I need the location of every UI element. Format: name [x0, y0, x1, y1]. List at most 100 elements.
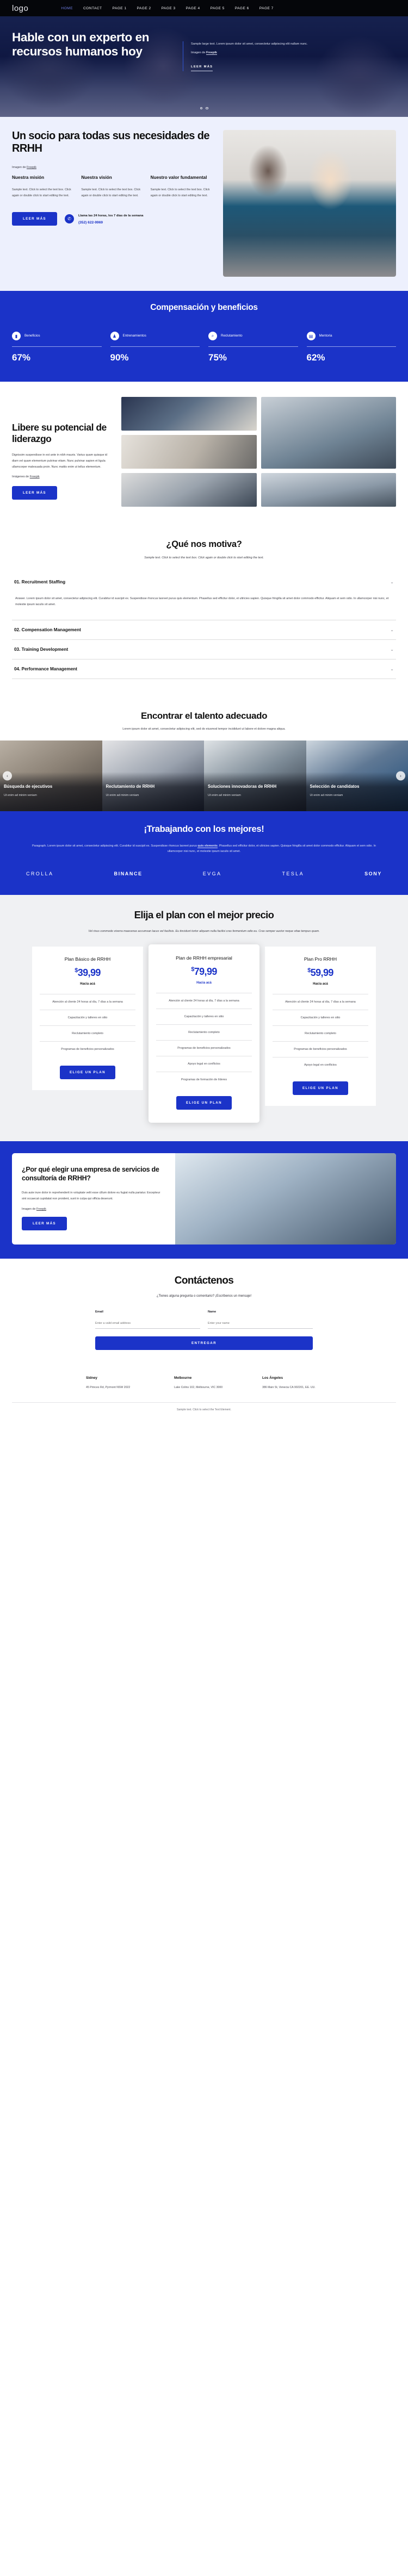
nav-item-contact[interactable]: CONTACT — [83, 7, 102, 10]
name-field[interactable] — [208, 1319, 313, 1329]
stat-value: 62% — [306, 352, 325, 363]
hero-read-more-link[interactable]: LEER MÁS — [191, 65, 213, 72]
plan-choose-button[interactable]: ELIGE UN PLAN — [60, 1066, 115, 1080]
footer-location-sidney: Sidney 45 Princes Rd, Pyrmont NSW 2022 — [86, 1376, 146, 1390]
hero-credit-link[interactable]: Freepik — [206, 51, 217, 55]
pricing-section: Elija el plan con el mejor precio Vel ri… — [0, 895, 408, 1142]
accordion-header-03[interactable]: 03. Training Development ⌄ — [12, 640, 396, 659]
nav-item-home[interactable]: HOME — [61, 7, 73, 10]
partner-column-title: Nuestro valor fundamental — [150, 175, 207, 180]
site-footer: Sidney 45 Princes Rd, Pyrmont NSW 2022 M… — [0, 1364, 408, 1418]
plan-feature: Reclutamiento completo — [273, 1025, 368, 1041]
partner-phone-block[interactable]: ✆ Llama las 24 horas, los 7 días de la s… — [64, 213, 144, 225]
nav-item-page-1[interactable]: PAGE 1 — [112, 7, 126, 10]
accordion-header-02[interactable]: 02. Compensation Management ⌄ — [12, 620, 396, 639]
why-credit-link[interactable]: Freepik — [36, 1208, 46, 1211]
partner-column-body: Sample text. Click to select the text bo… — [81, 188, 141, 198]
stat-divider — [110, 346, 200, 347]
nav-item-page-4[interactable]: PAGE 4 — [186, 7, 200, 10]
talent-card[interactable]: Soluciones innovadoras de RRHH Ut enim a… — [204, 740, 306, 811]
nav-item-page-3[interactable]: PAGE 3 — [162, 7, 176, 10]
plan-choose-button[interactable]: ELIGE UN PLAN — [176, 1096, 232, 1110]
accordion-title: 03. Training Development — [14, 646, 69, 652]
accordion-item-01: 01. Recruitment Staffing ⌄ Answer. Lorem… — [12, 573, 396, 620]
plan-feature: Reclutamiento completo — [40, 1025, 135, 1041]
plan-feature: Programas de beneficios personalizados — [40, 1041, 135, 1057]
logo-binance: BINANCE — [114, 871, 143, 877]
partner-read-more-button[interactable]: LEER MÁS — [12, 212, 57, 226]
plan-price: $79,99 — [156, 966, 252, 978]
plan-choose-button[interactable]: ELIGE UN PLAN — [293, 1081, 348, 1096]
faq-title: ¿Qué nos motiva? — [166, 539, 242, 549]
plan-features: Atención al cliente 24 horas al día, 7 d… — [156, 993, 252, 1087]
partners-title: ¡Trabajando con los mejores! — [144, 824, 264, 834]
carousel-prev-button[interactable]: ‹ — [3, 771, 12, 781]
plan-feature: Capacitación y talleres en sitio — [273, 1010, 368, 1025]
talent-carousel: ‹ Búsqueda de ejecutivos Ut enim ad mini… — [0, 740, 408, 811]
chevron-down-icon[interactable]: ⌄ — [390, 667, 394, 671]
talent-card-caption: Ut enim ad minim veniam — [208, 793, 241, 797]
accordion-body-01: Answer. Lorem ipsum dolor sit amet, cons… — [15, 597, 389, 606]
chevron-down-icon[interactable]: ⌄ — [390, 580, 394, 584]
leadership-photo-2 — [261, 397, 396, 469]
hero-credit-prefix: Imagen de — [191, 51, 206, 55]
why-credit-prefix: Imagen de — [22, 1207, 36, 1211]
partner-phone-label: Llama las 24 horas, los 7 días de la sem… — [78, 214, 144, 218]
plan-price: $59,99 — [273, 967, 368, 979]
carousel-next-button[interactable]: › — [396, 771, 405, 781]
talent-card[interactable]: Reclutamiento de RRHH Ut enim ad minim v… — [102, 740, 204, 811]
nav-item-page-5[interactable]: PAGE 5 — [211, 7, 225, 10]
plan-price: $39,99 — [40, 967, 135, 979]
partners-paragraph-a: Paragraph. Lorem ipsum dolor sit amet, c… — [32, 844, 198, 848]
partners-paragraph-link[interactable]: quis elemento — [197, 844, 218, 848]
partner-phone-number[interactable]: (352) 622-9969 — [78, 221, 144, 225]
leadership-photo-grid — [121, 397, 396, 507]
partner-logos: CROLLA BINANCE EVGA TESLA SONY — [12, 871, 396, 876]
nav-item-page-7[interactable]: PAGE 7 — [259, 7, 274, 10]
leadership-photo-5 — [261, 473, 396, 507]
chevron-down-icon[interactable]: ⌄ — [390, 647, 394, 652]
talent-card-title: Búsqueda de ejecutivos — [4, 783, 53, 789]
accordion-header-04[interactable]: 04. Performance Management ⌄ — [12, 659, 396, 679]
talent-subtitle: Lorem ipsum dolor sit amet, consectetur … — [122, 727, 286, 731]
hero-dot-2[interactable] — [206, 107, 208, 109]
plan-feature: Atención al cliente 24 horas al día, 7 d… — [40, 994, 135, 1010]
hero-title: Hable con un experto en recursos humanos… — [12, 30, 150, 59]
plan-feature: Programas de beneficios personalizados — [156, 1040, 252, 1056]
talent-card-caption: Ut enim ad minim veniam — [310, 793, 343, 797]
contact-title: Contáctenos — [174, 1275, 234, 1287]
plan-feature: Programas de beneficios personalizados — [273, 1041, 368, 1057]
talent-card[interactable]: Selección de candidatos Ut enim ad minim… — [306, 740, 408, 811]
logo-evga: EVGA — [202, 871, 222, 877]
chevron-down-icon[interactable]: ⌄ — [390, 627, 394, 632]
stat-divider — [208, 346, 298, 347]
email-field[interactable] — [95, 1319, 200, 1329]
pricing-subtitle: Vel risus commodo viverra maecenas accum… — [88, 930, 320, 934]
plan-features: Atención al cliente 24 horas al día, 7 d… — [40, 994, 135, 1057]
footer-address: Lake Colins 102, Melbourne, VIC 3000 — [174, 1385, 223, 1389]
name-field-wrapper: Name — [208, 1310, 313, 1329]
hero-carousel-dots[interactable] — [0, 107, 408, 109]
why-read-more-button[interactable]: LEER MÁS — [22, 1216, 67, 1230]
hero-section: Hable con un experto en recursos humanos… — [0, 16, 408, 117]
nav-item-page-6[interactable]: PAGE 6 — [235, 7, 249, 10]
footer-city: Melbourne — [174, 1376, 192, 1380]
leadership-credit-prefix: Imágenes de — [12, 475, 30, 479]
leadership-photo-3 — [121, 435, 257, 469]
accordion-header-01[interactable]: 01. Recruitment Staffing ⌄ — [12, 573, 396, 592]
contact-section: Contáctenos ¿Tienes alguna pregunta o co… — [0, 1259, 408, 1364]
benefits-section: Compensación y beneficios ▮ Beneficios 6… — [0, 291, 408, 382]
hero-dot-1[interactable] — [200, 107, 202, 109]
talent-card[interactable]: Búsqueda de ejecutivos Ut enim ad minim … — [0, 740, 102, 811]
leadership-read-more-button[interactable]: LEER MÁS — [12, 486, 57, 500]
leadership-credit-link[interactable]: Freepik — [30, 475, 40, 478]
partner-credit-link[interactable]: Freepik — [27, 166, 36, 169]
partner-section: Un socio para todas sus necesidades de R… — [0, 117, 408, 291]
contact-form: Email Name ENTREGAR — [95, 1310, 313, 1350]
site-header: logo HOME CONTACT PAGE 1 PAGE 2 PAGE 3 P… — [0, 0, 408, 16]
submit-button[interactable]: ENTREGAR — [95, 1336, 313, 1350]
plan-name: Plan Pro RRHH — [304, 956, 337, 962]
talent-card-title: Soluciones innovadoras de RRHH — [208, 783, 277, 789]
site-logo[interactable]: logo — [12, 4, 28, 13]
nav-item-page-2[interactable]: PAGE 2 — [137, 7, 151, 10]
